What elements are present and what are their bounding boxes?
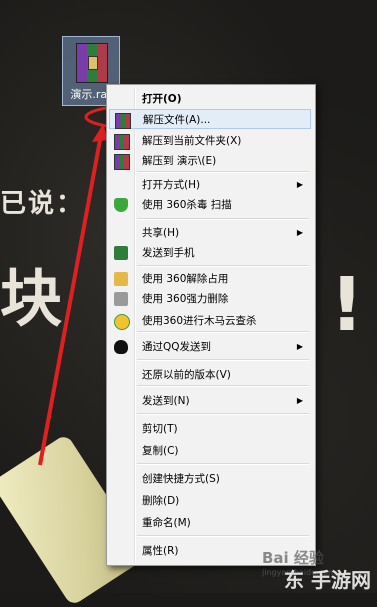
submenu-arrow-icon: ▶ xyxy=(296,180,303,189)
menu-item-label: 解压到 演示\(E) xyxy=(142,155,217,167)
menu-separator xyxy=(137,535,309,537)
menu-item-label: 共享(H) xyxy=(142,227,180,239)
menu-item-label: 还原以前的版本(V) xyxy=(142,369,231,381)
menu-item-label: 打开方式(H) xyxy=(142,179,201,191)
menu-item[interactable]: 使用 360杀毒 扫描 xyxy=(109,195,311,215)
submenu-arrow-icon: ▶ xyxy=(296,228,303,237)
menu-separator xyxy=(137,331,309,333)
menu-item[interactable]: 删除(D) xyxy=(109,491,311,511)
submenu-arrow-icon: ▶ xyxy=(296,396,303,405)
menu-item[interactable]: 使用360进行木马云查杀 xyxy=(109,311,311,331)
menu-separator xyxy=(137,385,309,387)
menu-item[interactable]: 共享(H) ▶ xyxy=(109,223,311,243)
menu-item-label: 使用360进行木马云查杀 xyxy=(142,315,257,327)
menu-item[interactable]: 发送到(N) ▶ xyxy=(109,391,311,411)
menu-item[interactable]: 剪切(T) xyxy=(109,419,311,439)
menu-item-label: 解压到当前文件夹(X) xyxy=(142,135,242,147)
menu-item[interactable]: 打开方式(H) ▶ xyxy=(109,175,311,195)
menu-item-label: 属性(R) xyxy=(142,545,179,557)
menu-item[interactable]: 解压到当前文件夹(X) xyxy=(109,131,311,151)
menu-separator xyxy=(137,218,309,220)
menu-item-label: 复制(C) xyxy=(142,445,179,457)
menu-item[interactable]: 复制(C) xyxy=(109,441,311,461)
menu-item-label: 创建快捷方式(S) xyxy=(142,473,220,485)
printer-icon xyxy=(114,292,128,306)
winrar-icon xyxy=(114,154,130,170)
menu-item[interactable]: 使用 360强力删除 xyxy=(109,289,311,309)
menu-item-label: 剪切(T) xyxy=(142,423,178,435)
menu-separator xyxy=(137,265,309,267)
menu-item[interactable]: 通过QQ发送到 ▶ xyxy=(109,337,311,357)
menu-item[interactable]: 解压文件(A)... xyxy=(109,109,311,129)
menu-item-label: 重命名(M) xyxy=(142,517,191,529)
shield-icon xyxy=(114,198,128,212)
menu-item[interactable]: 解压到 演示\(E) xyxy=(109,151,311,171)
menu-item[interactable]: 重命名(M) xyxy=(109,513,311,533)
menu-item-label: 通过QQ发送到 xyxy=(142,341,212,353)
menu-item-label: 使用 360解除占用 xyxy=(142,273,229,285)
qq-icon xyxy=(114,340,128,354)
menu-item[interactable]: 发送到手机 xyxy=(109,243,311,263)
menu-item[interactable]: 还原以前的版本(V) xyxy=(109,365,311,385)
folder-icon xyxy=(114,272,128,286)
menu-item-label: 解压文件(A)... xyxy=(143,114,211,126)
menu-item-label: 打开(O) xyxy=(142,93,182,105)
menu-separator xyxy=(137,171,309,173)
winrar-icon xyxy=(115,113,131,129)
menu-item-label: 发送到手机 xyxy=(142,247,195,259)
menu-separator xyxy=(137,463,309,465)
phone-icon xyxy=(114,246,128,260)
menu-separator xyxy=(137,413,309,415)
menu-item-label: 使用 360强力删除 xyxy=(142,293,229,305)
menu-item[interactable]: 打开(O) xyxy=(109,89,311,109)
submenu-arrow-icon: ▶ xyxy=(296,342,303,351)
menu-item[interactable]: 使用 360解除占用 xyxy=(109,269,311,289)
menu-item[interactable]: 创建快捷方式(S) xyxy=(109,469,311,489)
menu-separator xyxy=(137,359,309,361)
site-watermark: 东 手游网 xyxy=(284,568,371,592)
menu-item-label: 使用 360杀毒 扫描 xyxy=(142,199,232,211)
menu-item-label: 发送到(N) xyxy=(142,395,190,407)
context-menu: 打开(O) 解压文件(A)... 解压到当前文件夹(X) 解压到 演示\(E) 打开方式… xyxy=(106,84,316,566)
winrar-icon xyxy=(114,134,130,150)
horse-icon xyxy=(114,314,130,330)
menu-item-label: 删除(D) xyxy=(142,495,180,507)
